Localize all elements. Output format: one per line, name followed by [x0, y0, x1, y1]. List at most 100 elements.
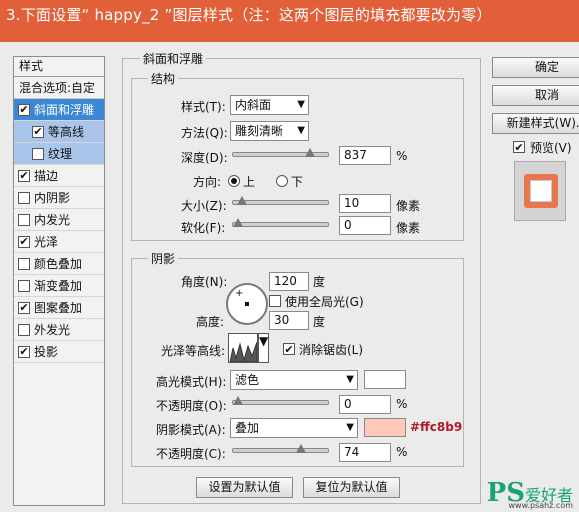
- soften-label: 软化(F):: [181, 221, 226, 235]
- highlight-opacity-label: 不透明度(O):: [156, 399, 227, 413]
- style-checkbox[interactable]: ✔: [18, 169, 30, 182]
- blend-options-item[interactable]: 混合选项:自定: [14, 77, 104, 99]
- chevron-down-icon: ▼: [297, 125, 305, 136]
- style-checkbox[interactable]: [18, 191, 30, 204]
- size-slider[interactable]: [232, 196, 329, 205]
- highlight-color-swatch[interactable]: [364, 370, 406, 389]
- shadow-opacity-field[interactable]: 74: [339, 443, 391, 462]
- highlight-mode-select[interactable]: 滤色 ▼: [230, 370, 358, 390]
- direction-up-label: 上: [243, 175, 256, 189]
- soften-slider-thumb[interactable]: [233, 218, 243, 227]
- shadow-opacity-slider[interactable]: [232, 444, 329, 453]
- new-style-button[interactable]: 新建样式(W)...: [492, 113, 579, 134]
- gloss-contour-dropdown[interactable]: ▼: [258, 333, 269, 363]
- global-light-label: 使用全局光(G): [285, 295, 364, 309]
- ok-button[interactable]: 确定: [492, 57, 579, 78]
- check-icon: ✔: [19, 345, 29, 358]
- contour-curve-icon: [229, 341, 257, 362]
- style-item-label: 图案叠加: [34, 300, 83, 315]
- style-checkbox[interactable]: [18, 213, 30, 226]
- style-item-label: 内阴影: [34, 190, 71, 205]
- style-list-item[interactable]: ✔ 斜面和浮雕: [14, 99, 104, 121]
- style-list-item[interactable]: 外发光: [14, 319, 104, 341]
- chevron-down-icon: ▼: [346, 422, 354, 433]
- style-checkbox[interactable]: ✔: [18, 301, 30, 314]
- style-list-item[interactable]: 颜色叠加: [14, 253, 104, 275]
- style-list-item[interactable]: ✔ 投影: [14, 341, 104, 363]
- gloss-contour-picker[interactable]: [228, 333, 258, 363]
- style-list-item[interactable]: 纹理: [14, 143, 104, 165]
- anti-alias-checkbox[interactable]: ✔: [283, 343, 295, 355]
- direction-label: 方向:: [193, 175, 222, 189]
- style-item-label: 斜面和浮雕: [34, 102, 95, 117]
- shadow-opacity-thumb[interactable]: [295, 444, 306, 453]
- style-checkbox[interactable]: [18, 257, 30, 270]
- depth-slider[interactable]: [232, 148, 329, 157]
- preview-swatch: [524, 174, 558, 208]
- altitude-label: 高度:: [196, 315, 225, 329]
- style-list-item[interactable]: ✔ 图案叠加: [14, 297, 104, 319]
- style-list-item[interactable]: ✔ 等高线: [14, 121, 104, 143]
- preview-inner: [530, 180, 552, 202]
- depth-unit: %: [396, 149, 408, 163]
- shadow-color-swatch[interactable]: [364, 418, 406, 437]
- direction-up-radio[interactable]: [228, 175, 240, 187]
- highlight-opacity-field[interactable]: 0: [339, 395, 391, 414]
- style-checkbox[interactable]: ✔: [32, 125, 44, 138]
- check-icon: ✔: [284, 342, 294, 356]
- technique-select[interactable]: 雕刻清晰 ▼: [230, 121, 309, 141]
- altitude-field[interactable]: 30: [269, 311, 309, 330]
- gloss-contour-label: 光泽等高线:: [161, 344, 226, 358]
- size-field[interactable]: 10: [339, 194, 391, 213]
- style-list-item[interactable]: 内发光: [14, 209, 104, 231]
- style-checkbox[interactable]: ✔: [18, 103, 30, 116]
- global-light-checkbox[interactable]: [269, 295, 281, 307]
- check-icon: ✔: [514, 140, 524, 154]
- direction-down-label: 下: [291, 175, 304, 189]
- style-checkbox[interactable]: [32, 147, 44, 160]
- shadow-mode-select[interactable]: 叠加 ▼: [230, 418, 358, 438]
- make-default-button[interactable]: 设置为默认值: [196, 477, 293, 498]
- soften-field[interactable]: 0: [339, 216, 391, 235]
- style-list-item[interactable]: 内阴影: [14, 187, 104, 209]
- depth-label: 深度(D):: [181, 151, 228, 165]
- style-checkbox[interactable]: [18, 279, 30, 292]
- check-icon: ✔: [19, 103, 29, 116]
- style-select[interactable]: 内斜面 ▼: [230, 95, 309, 115]
- style-list-item[interactable]: ✔ 描边: [14, 165, 104, 187]
- style-label: 样式(T):: [181, 100, 226, 114]
- style-list-item[interactable]: 渐变叠加: [14, 275, 104, 297]
- altitude-unit: 度: [313, 315, 326, 329]
- highlight-opacity-unit: %: [396, 397, 408, 411]
- style-checkbox[interactable]: [18, 323, 30, 336]
- depth-field[interactable]: 837: [339, 146, 391, 165]
- tutorial-banner: 3.下面设置“ happy_2 ”图层样式（注：这两个图层的填充都要改为零）: [0, 0, 579, 42]
- soften-unit: 像素: [396, 221, 421, 235]
- shadow-opacity-unit: %: [396, 445, 408, 459]
- style-item-label: 颜色叠加: [34, 256, 83, 271]
- style-list: 样式 混合选项:自定 ✔ 斜面和浮雕 ✔ 等高线 纹理 ✔ 描边 内阴影 内发光 ✔ 光泽 颜色叠加渐…: [13, 56, 105, 506]
- soften-slider[interactable]: [232, 218, 329, 227]
- style-checkbox[interactable]: ✔: [18, 345, 30, 358]
- tutorial-title: 3.下面设置“ happy_2 ”图层样式（注：这两个图层的填充都要改为零）: [6, 6, 492, 24]
- style-item-label: 内发光: [34, 212, 71, 227]
- style-item-label: 投影: [34, 344, 59, 359]
- depth-slider-thumb[interactable]: [305, 148, 316, 157]
- technique-label: 方法(Q):: [181, 126, 228, 140]
- highlight-opacity-thumb[interactable]: [233, 396, 243, 405]
- bevel-section-title: 斜面和浮雕: [140, 50, 207, 67]
- style-list-item[interactable]: ✔ 光泽: [14, 231, 104, 253]
- style-checkbox[interactable]: ✔: [18, 235, 30, 248]
- cancel-button[interactable]: 取消: [492, 85, 579, 106]
- shadow-opacity-label: 不透明度(C):: [156, 447, 226, 461]
- reset-default-button[interactable]: 复位为默认值: [303, 477, 400, 498]
- anti-alias-label: 消除锯齿(L): [299, 343, 364, 357]
- direction-down-radio[interactable]: [276, 175, 288, 187]
- highlight-opacity-slider[interactable]: [232, 396, 329, 405]
- watermark-url: www.psahz.com: [508, 501, 573, 510]
- preview-checkbox[interactable]: ✔: [513, 141, 525, 153]
- crosshair-icon: +: [235, 288, 244, 299]
- angle-field[interactable]: 120: [269, 272, 309, 291]
- size-slider-thumb[interactable]: [237, 196, 248, 205]
- angle-dial[interactable]: +: [226, 283, 268, 325]
